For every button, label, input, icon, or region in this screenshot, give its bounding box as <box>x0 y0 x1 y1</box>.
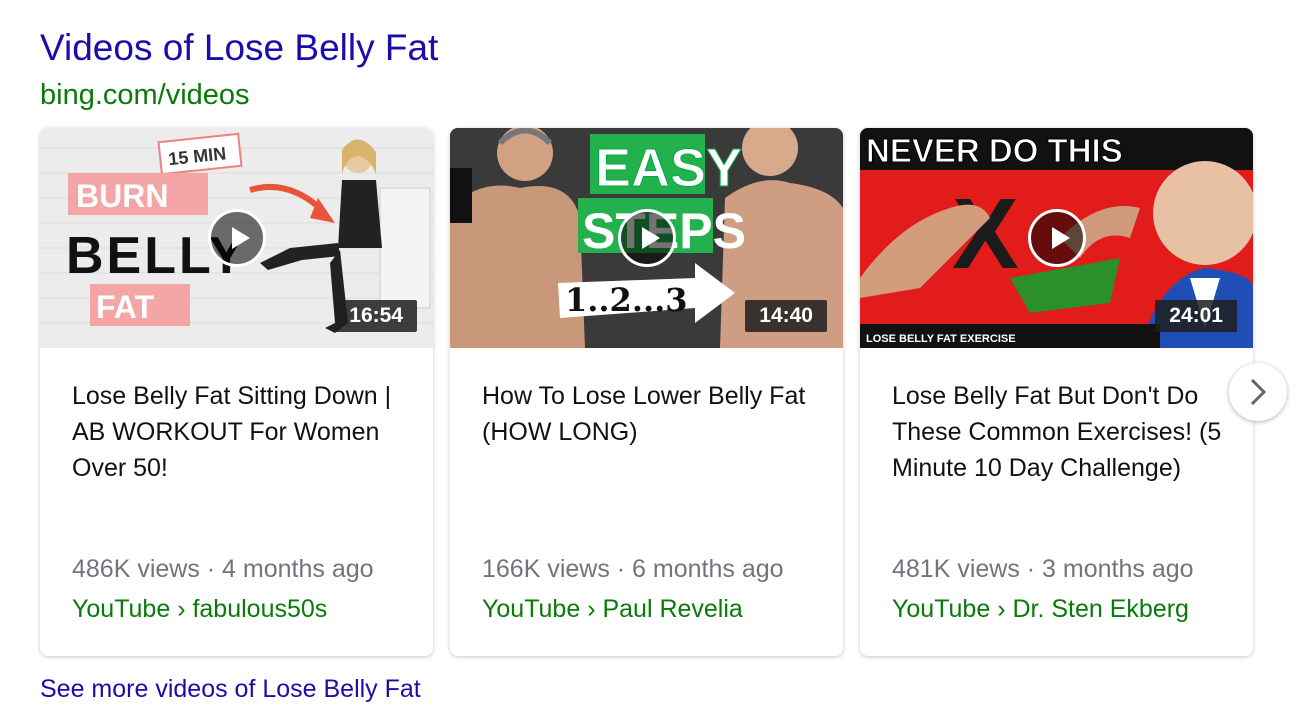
see-more-videos-link[interactable]: See more videos of Lose Belly Fat <box>40 673 421 705</box>
thumb-text-fat: FAT <box>96 289 155 325</box>
video-title[interactable]: How To Lose Lower Belly Fat (HOW LONG) <box>482 378 822 450</box>
thumb-text-123: 1..2...3 <box>565 281 688 319</box>
video-title[interactable]: Lose Belly Fat Sitting Down | AB WORKOUT… <box>72 378 412 486</box>
video-card-1[interactable]: 15 MIN BURN BELLY FAT 16:54 Lose Belly F… <box>40 128 433 656</box>
section-title-link[interactable]: Videos of Lose Belly Fat <box>40 26 438 70</box>
play-icon <box>1027 209 1086 267</box>
thumb-text-caption: LOSE BELLY FAT EXERCISE <box>866 333 1016 345</box>
video-duration: 14:40 <box>745 300 827 332</box>
video-duration: 16:54 <box>335 300 417 332</box>
video-card-2[interactable]: EASY STEPS 1..2...3 14:40 How To Lose Lo… <box>450 128 843 656</box>
video-channel: YouTube › Dr. Sten Ekberg <box>892 595 1189 623</box>
video-channel: YouTube › Paul Revelia <box>482 595 743 623</box>
video-meta: 481K views · 3 months ago <box>892 555 1194 583</box>
video-channel: YouTube › fabulous50s <box>72 595 328 623</box>
source-url: bing.com/videos <box>40 79 250 111</box>
thumb-text-easy: EASY <box>595 138 742 198</box>
video-carousel: 15 MIN BURN BELLY FAT 16:54 Lose Belly F… <box>40 128 1255 658</box>
video-card-3[interactable]: NEVER DO THIS X LOSE BELLY FAT EXERCISE … <box>860 128 1253 656</box>
carousel-next-button[interactable] <box>1229 363 1287 421</box>
video-duration: 24:01 <box>1155 300 1237 332</box>
play-icon <box>617 209 676 267</box>
video-meta: 166K views · 6 months ago <box>482 555 784 583</box>
thumb-text-burn: BURN <box>76 178 168 214</box>
play-icon <box>207 209 266 267</box>
video-thumbnail-1[interactable]: 15 MIN BURN BELLY FAT 16:54 <box>40 128 433 348</box>
video-thumbnail-3[interactable]: NEVER DO THIS X LOSE BELLY FAT EXERCISE … <box>860 128 1253 348</box>
chevron-right-icon <box>1250 378 1267 406</box>
video-meta: 486K views · 4 months ago <box>72 555 374 583</box>
video-title[interactable]: Lose Belly Fat But Don't Do These Common… <box>892 378 1232 486</box>
video-thumbnail-2[interactable]: EASY STEPS 1..2...3 14:40 <box>450 128 843 348</box>
thumb-text-never: NEVER DO THIS <box>866 132 1123 169</box>
